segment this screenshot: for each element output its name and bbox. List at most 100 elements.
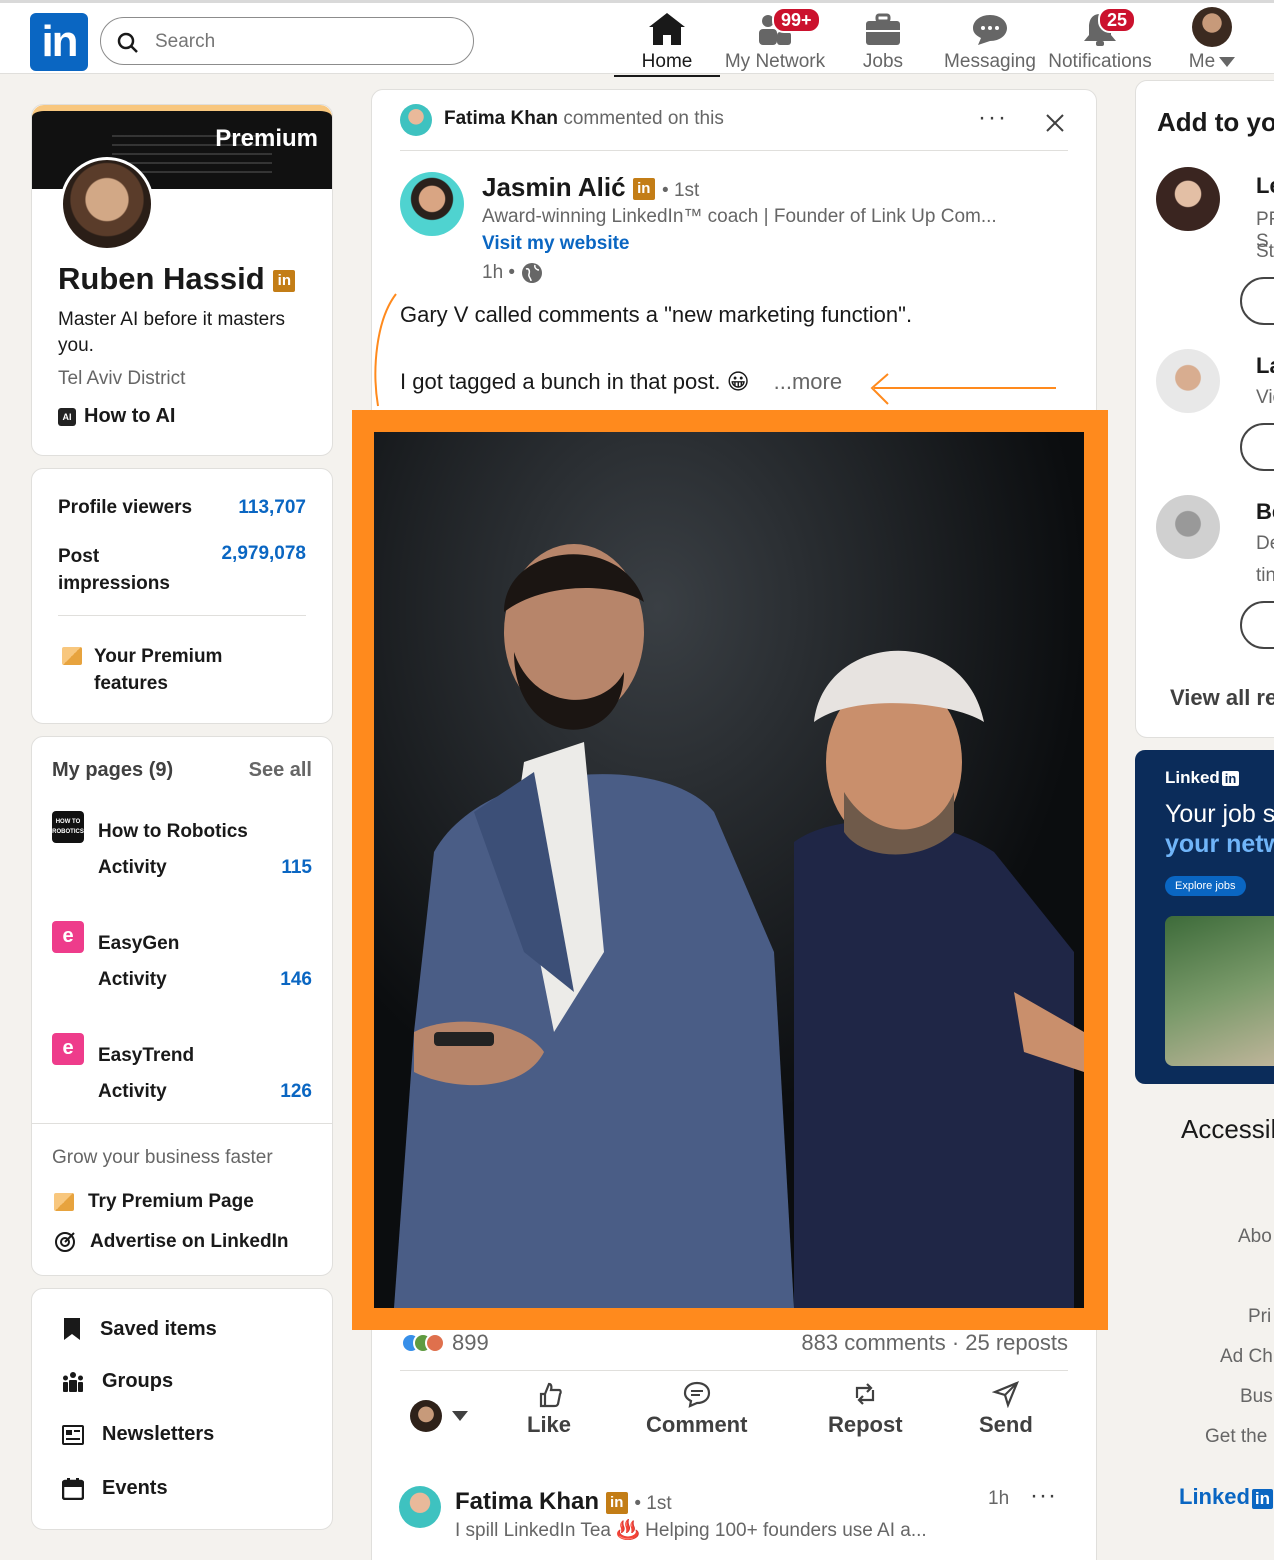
premium-icon bbox=[62, 647, 82, 665]
page-item-how-to-robotics[interactable]: HOW TO ROBOTICS How to Robotics Activity… bbox=[52, 811, 312, 891]
me-avatar bbox=[1192, 7, 1232, 47]
comment-more-icon[interactable]: ··· bbox=[1030, 1482, 1057, 1510]
search-input[interactable] bbox=[155, 28, 455, 56]
explore-jobs-button[interactable]: Explore jobs bbox=[1165, 876, 1246, 896]
try-premium-page-link[interactable]: Try Premium Page bbox=[54, 1191, 254, 1213]
groups-link[interactable]: Groups bbox=[62, 1370, 173, 1393]
follow-button[interactable] bbox=[1240, 277, 1274, 325]
nav-jobs[interactable]: Jobs bbox=[858, 9, 908, 73]
page-item-easytrend[interactable]: e EasyTrend Activity 126 bbox=[52, 1033, 312, 1113]
nav-notifications[interactable]: 25 Notifications bbox=[1042, 7, 1158, 73]
ad-banner[interactable]: Linked in Your job s your netw Explore jo… bbox=[1135, 750, 1274, 1084]
profile-viewers-row[interactable]: Profile viewers 113,707 bbox=[58, 497, 306, 519]
send-button[interactable]: Send bbox=[979, 1380, 1033, 1438]
post-text-line-1: Gary V called comments a "new marketing … bbox=[400, 302, 913, 327]
author-name-row[interactable]: Jasmin Alić in • 1st bbox=[482, 172, 699, 203]
page-activity-count: 126 bbox=[280, 1081, 312, 1102]
footer-get-app-link[interactable]: Get the bbox=[1205, 1426, 1267, 1448]
nav-home[interactable]: Home bbox=[614, 9, 720, 77]
globe-icon bbox=[522, 263, 543, 283]
newsletters-link[interactable]: Newsletters bbox=[62, 1423, 214, 1446]
profile-company[interactable]: AI How to AI bbox=[58, 405, 175, 428]
nav-me[interactable]: Me bbox=[1184, 7, 1240, 73]
comment-time: 1h bbox=[988, 1488, 1010, 1509]
recommendation-avatar[interactable] bbox=[1156, 349, 1220, 413]
nav-my-network[interactable]: 99+ My Network bbox=[720, 7, 830, 73]
my-pages-card: My pages (9) See all HOW TO ROBOTICS How… bbox=[31, 736, 333, 1276]
comments-reposts-count[interactable]: 883 comments · 25 reposts bbox=[801, 1330, 1068, 1356]
visit-website-link[interactable]: Visit my website bbox=[482, 233, 630, 255]
repost-button[interactable]: Repost bbox=[828, 1380, 903, 1438]
events-link[interactable]: Events bbox=[62, 1477, 168, 1500]
close-icon[interactable] bbox=[1046, 114, 1064, 132]
comment-author-avatar[interactable] bbox=[399, 1486, 441, 1528]
premium-badge-icon: in bbox=[605, 1491, 628, 1514]
send-icon bbox=[991, 1380, 1019, 1408]
post-image[interactable] bbox=[374, 432, 1084, 1308]
profile-card: Premium Ruben Hassid in Master AI before… bbox=[31, 104, 333, 456]
caret-down-icon bbox=[452, 1411, 468, 1421]
post-text-line-2: I got tagged a bunch in that post. 😀 ...… bbox=[400, 369, 843, 394]
follow-button[interactable] bbox=[1240, 601, 1274, 649]
like-icon bbox=[539, 1382, 562, 1408]
footer-about-link[interactable]: Abo bbox=[1238, 1226, 1272, 1248]
search-box[interactable] bbox=[100, 17, 474, 65]
robotics-logo-icon: HOW TO ROBOTICS bbox=[52, 811, 84, 843]
commenter-name[interactable]: Fatima Khan bbox=[444, 108, 558, 129]
add-to-feed-title: Add to you bbox=[1157, 107, 1274, 137]
linkedin-logo[interactable]: in bbox=[30, 13, 88, 71]
post-impressions-row[interactable]: Post impressions 2,979,078 bbox=[58, 543, 306, 597]
footer-business-link[interactable]: Bus bbox=[1240, 1386, 1273, 1408]
saved-items-link[interactable]: Saved items bbox=[62, 1317, 217, 1341]
recommendation-name[interactable]: Ler bbox=[1256, 173, 1274, 199]
comment-author-headline: I spill LinkedIn Tea ♨️ Helping 100+ fou… bbox=[455, 1520, 927, 1541]
view-all-recommendations-link[interactable]: View all re bbox=[1170, 685, 1274, 711]
comment-icon bbox=[683, 1381, 710, 1408]
profile-name-row[interactable]: Ruben Hassid in bbox=[58, 261, 296, 297]
feed-post: Fatima Khan commented on this ··· Jasmin… bbox=[352, 89, 1108, 1560]
reactions-count[interactable]: 899 bbox=[400, 1330, 489, 1356]
author-name[interactable]: Jasmin Alić bbox=[482, 172, 626, 202]
footer-ad-choices-link[interactable]: Ad Ch bbox=[1220, 1346, 1273, 1368]
recommendation-avatar[interactable] bbox=[1156, 495, 1220, 559]
groups-icon bbox=[63, 1371, 83, 1392]
see-all-link[interactable]: See all bbox=[249, 759, 312, 782]
follow-button[interactable] bbox=[1240, 423, 1274, 471]
profile-location: Tel Aviv District bbox=[58, 368, 186, 389]
shortcuts-card: Saved items Groups Newsletters Events bbox=[31, 1288, 333, 1530]
premium-features-link[interactable]: Your Premium features bbox=[62, 643, 244, 697]
premium-icon bbox=[54, 1193, 74, 1211]
commenter-avatar[interactable] bbox=[400, 104, 432, 136]
stats-card: Profile viewers 113,707 Post impressions… bbox=[31, 468, 333, 724]
page-item-easygen[interactable]: e EasyGen Activity 146 bbox=[52, 921, 312, 1001]
nav-messaging[interactable]: Messaging bbox=[940, 9, 1040, 73]
recommendation-avatar[interactable] bbox=[1156, 167, 1220, 231]
orange-arrow-annotation bbox=[870, 373, 1056, 405]
advertise-link[interactable]: Advertise on LinkedIn bbox=[54, 1231, 288, 1253]
recommendation-name[interactable]: Lau bbox=[1256, 353, 1274, 379]
more-options-icon[interactable]: ··· bbox=[978, 104, 1008, 132]
post-image-highlight-frame bbox=[352, 410, 1108, 1330]
accessibility-link[interactable]: Accessil bbox=[1181, 1114, 1274, 1145]
messaging-icon bbox=[973, 15, 1007, 45]
author-avatar[interactable] bbox=[400, 172, 464, 236]
ad-image bbox=[1165, 916, 1274, 1066]
comment-button[interactable]: Comment bbox=[646, 1380, 747, 1438]
easytrend-logo-icon: e bbox=[52, 1033, 84, 1065]
profile-avatar[interactable] bbox=[60, 157, 154, 251]
calendar-icon bbox=[62, 1477, 84, 1500]
recommendation-name[interactable]: Ber bbox=[1256, 499, 1274, 525]
reaction-identity-selector[interactable] bbox=[410, 1400, 468, 1432]
footer-privacy-link[interactable]: Pri bbox=[1248, 1306, 1271, 1328]
premium-badge-icon: in bbox=[273, 269, 296, 292]
easygen-logo-icon: e bbox=[52, 921, 84, 953]
target-icon bbox=[55, 1232, 75, 1252]
comment-author-row[interactable]: Fatima Khan in • 1st bbox=[455, 1488, 672, 1516]
profile-name[interactable]: Ruben Hassid bbox=[58, 261, 265, 296]
comment-author-name[interactable]: Fatima Khan bbox=[455, 1488, 599, 1515]
footer-linkedin-logo: Linked in bbox=[1179, 1484, 1274, 1510]
grow-business-text: Grow your business faster bbox=[52, 1147, 273, 1168]
like-button[interactable]: Like bbox=[527, 1380, 571, 1438]
company-logo-icon: AI bbox=[58, 407, 76, 426]
see-more-link[interactable]: ...more bbox=[774, 369, 842, 394]
